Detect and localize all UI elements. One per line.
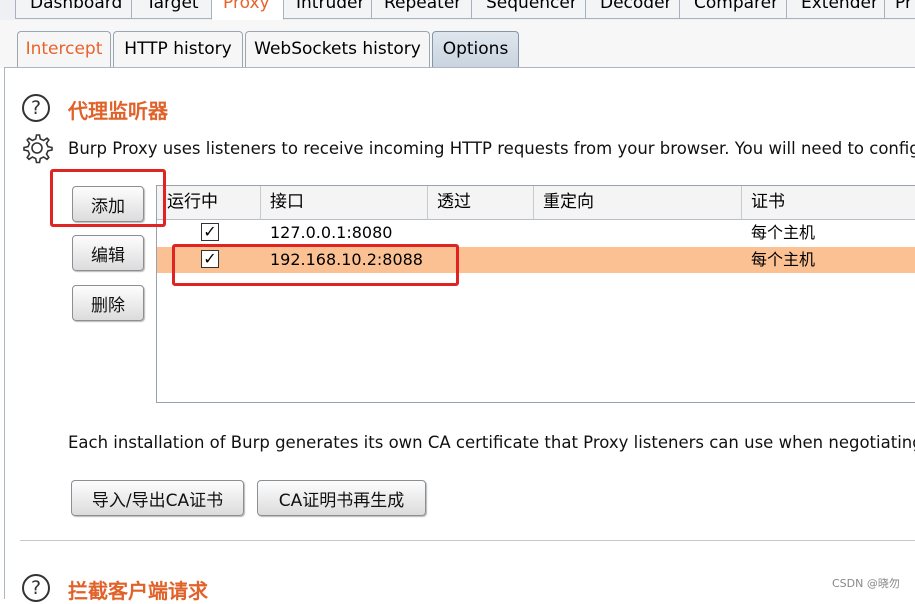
proxy-subtab-bar: Intercept HTTP history WebSockets histor… <box>0 20 915 68</box>
tab-repeater[interactable]: Repeater <box>371 0 472 19</box>
table-header: 运行中 接口 透过 重定向 证书 <box>157 186 915 220</box>
tab-dashboard[interactable]: Dashboard <box>15 0 132 19</box>
proxy-listeners-heading: 代理监听器 <box>68 99 168 123</box>
table-row[interactable]: ✓ 127.0.0.1:8080 每个主机 <box>157 220 915 246</box>
top-tab-bar: Dashboard Target Proxy Intruder Repeater… <box>0 0 915 21</box>
subtab-websockets-history[interactable]: WebSockets history <box>245 31 430 67</box>
annotation-box <box>172 244 459 286</box>
tab-proxy[interactable]: Proxy <box>211 0 284 20</box>
subtab-intercept[interactable]: Intercept <box>17 31 111 67</box>
annotation-box <box>50 169 166 227</box>
tab-comparer[interactable]: Comparer <box>679 0 787 19</box>
column-interface[interactable]: 接口 <box>261 186 428 219</box>
tab-decoder[interactable]: Decoder <box>585 0 680 19</box>
column-running[interactable]: 运行中 <box>157 186 261 219</box>
gear-icon[interactable] <box>20 131 54 165</box>
column-certificate[interactable]: 证书 <box>742 186 915 219</box>
watermark: CSDN @晓勿 <box>832 577 900 590</box>
certificate-cell: 每个主机 <box>751 223 816 242</box>
listeners-table[interactable]: 运行中 接口 透过 重定向 证书 ✓ 127.0.0.1:8080 每个主机 ✓… <box>156 185 915 403</box>
intercept-requests-heading: 拦截客户端请求 <box>68 579 208 603</box>
subtab-http-history[interactable]: HTTP history <box>113 31 243 67</box>
tab-project-options[interactable]: Pr <box>884 0 915 19</box>
subtab-options[interactable]: Options <box>432 31 519 67</box>
section-divider <box>20 540 915 541</box>
remove-listener-button[interactable]: 删除 <box>72 285 144 321</box>
tab-extender[interactable]: Extender <box>786 0 885 19</box>
tab-intruder[interactable]: Intruder <box>283 0 372 19</box>
help-icon[interactable]: ? <box>22 94 50 122</box>
column-invisible[interactable]: 透过 <box>428 186 534 219</box>
tab-sequencer[interactable]: Sequencer <box>471 0 586 19</box>
interface-cell: 127.0.0.1:8080 <box>270 223 393 242</box>
running-checkbox[interactable]: ✓ <box>201 223 219 241</box>
certificate-cell: 每个主机 <box>751 250 816 269</box>
listeners-description: Burp Proxy uses listeners to receive inc… <box>68 139 915 158</box>
column-redirect[interactable]: 重定向 <box>534 186 742 219</box>
import-export-ca-button[interactable]: 导入/导出CA证书 <box>71 480 244 516</box>
ca-description: Each installation of Burp generates its … <box>68 433 915 452</box>
edit-listener-button[interactable]: 编辑 <box>72 235 144 271</box>
tab-target[interactable]: Target <box>131 0 212 19</box>
regenerate-ca-button[interactable]: CA证明书再生成 <box>257 480 426 516</box>
